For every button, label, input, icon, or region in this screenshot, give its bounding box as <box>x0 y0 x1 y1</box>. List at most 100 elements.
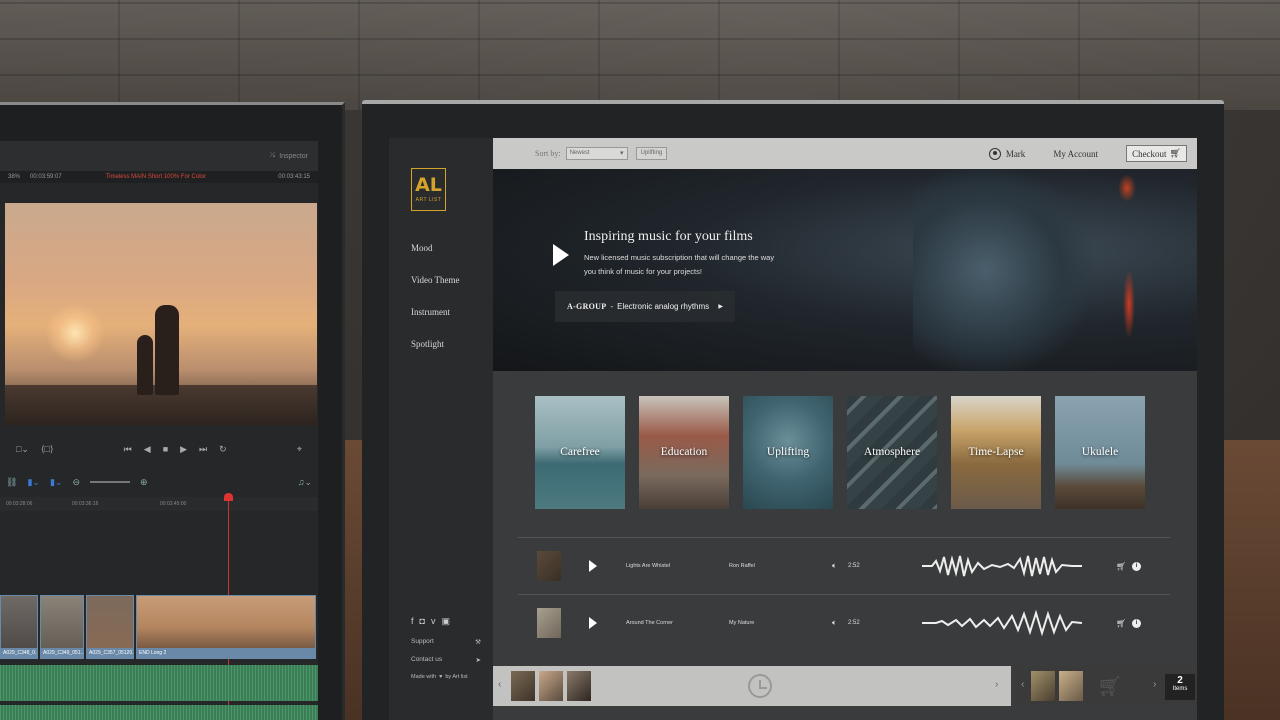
hero-play-icon[interactable] <box>553 244 569 266</box>
account-menu: Mark My Account Checkout 🛒︎ <box>988 145 1187 162</box>
contact-link[interactable]: Contact us ➤ <box>411 656 481 664</box>
category-label: Uplifting <box>766 446 810 458</box>
zoom-slider[interactable] <box>89 481 130 483</box>
track-row[interactable]: Around The Corner My Nature 🔈︎ 2:52 🛒︎ i <box>518 594 1170 651</box>
group-description: Electronic analog rhythms <box>617 302 710 311</box>
user-icon <box>988 147 1001 160</box>
category-education[interactable]: Education <box>639 396 729 509</box>
ruler-tick: 00:03:36:16 <box>72 501 99 507</box>
track-waveform[interactable] <box>922 551 1082 581</box>
category-time-lapse[interactable]: Time-Lapse <box>951 396 1041 509</box>
category-uplifting[interactable]: Uplifting <box>743 396 833 509</box>
support-link[interactable]: Support ⚒ <box>411 638 481 646</box>
checkout-button[interactable]: Checkout 🛒︎ <box>1126 145 1187 162</box>
audio-track-1[interactable] <box>0 665 318 701</box>
skip-forward-icon[interactable]: ⏭ <box>199 444 207 455</box>
transport-controls: □⌄ ⟨□⟩ ⏮ ◀ ■ ▶ ⏭ ↻ ⌖ <box>0 437 318 461</box>
info-icon[interactable]: i <box>1132 618 1141 628</box>
inspector-icon[interactable]: ⤯ <box>270 152 276 160</box>
volume-icon[interactable]: 🔈︎ <box>832 561 837 571</box>
video-editor: ⤯ Inspector 38% 00:03:59:07 Timeless MAI… <box>0 141 318 720</box>
zoom-level[interactable]: 38% <box>8 174 20 180</box>
made-by-label[interactable]: by Art list <box>445 674 467 680</box>
track-artist[interactable]: Ron Raffel <box>729 563 755 569</box>
category-atmosphere[interactable]: Atmosphere <box>847 396 937 509</box>
flag-icon[interactable]: ▮⌄ <box>27 477 40 488</box>
rewind-icon[interactable]: ◀ <box>144 444 151 455</box>
stop-icon[interactable]: ■ <box>163 444 168 455</box>
recent-thumbnail[interactable] <box>567 671 591 701</box>
chevron-right-icon[interactable]: › <box>995 679 998 690</box>
category-label: Atmosphere <box>863 446 921 458</box>
cart-thumbnail[interactable] <box>1031 671 1055 701</box>
add-to-cart-icon[interactable]: 🛒︎ <box>1116 562 1126 571</box>
track-artist[interactable]: My Nature <box>729 620 754 626</box>
my-account-link[interactable]: My Account <box>1053 149 1098 159</box>
category-ukulele[interactable]: Ukulele <box>1055 396 1145 509</box>
artlist-logo[interactable]: AL ART LIST <box>411 168 446 211</box>
nav-item-mood[interactable]: Mood <box>411 243 460 275</box>
timecode-left: 00:03:59:07 <box>30 174 62 180</box>
timeline-ruler[interactable]: 00:03:28:06 00:03:36:16 00:03:45:00 <box>0 497 318 511</box>
send-icon: ➤ <box>475 657 481 664</box>
timeline-clip[interactable]: A029_C348_0... <box>0 595 38 659</box>
video-viewer[interactable] <box>5 203 317 425</box>
track-play-icon[interactable] <box>589 617 597 629</box>
chevron-left-icon[interactable]: ‹ <box>1021 679 1024 690</box>
cart-count-badge[interactable]: 2 Items <box>1165 674 1195 700</box>
track-waveform[interactable] <box>922 608 1082 638</box>
user-menu[interactable]: Mark <box>988 147 1025 160</box>
track-title[interactable]: Lights Are Whistel <box>626 563 670 569</box>
timeline-clip[interactable]: A029_C349_051... <box>40 595 84 659</box>
heart-icon: ♥ <box>439 674 443 680</box>
recent-thumbnail[interactable] <box>539 671 563 701</box>
sort-select[interactable]: Newest <box>565 147 628 160</box>
track-thumbnail <box>537 608 561 638</box>
featured-group-button[interactable]: A-GROUP - Electronic analog rhythms ▶ <box>555 291 735 322</box>
chevron-left-icon[interactable]: ‹ <box>498 679 501 690</box>
vimeo-icon[interactable]: v <box>431 616 436 627</box>
inspector-label[interactable]: Inspector <box>279 153 308 160</box>
category-carefree[interactable]: Carefree <box>535 396 625 509</box>
hero-image <box>913 169 1093 371</box>
category-label: Carefree <box>560 446 600 458</box>
marker-icon[interactable]: ▮⌄ <box>50 477 63 488</box>
in-out-icon[interactable]: ⌖ <box>297 444 302 455</box>
hero-light <box>1118 174 1136 202</box>
loop-icon[interactable]: ↻ <box>219 444 227 455</box>
track-row[interactable]: Lights Are Whistel Ron Raffel 🔈︎ 2:52 🛒︎… <box>518 537 1170 594</box>
zoom-minus-icon[interactable]: ⊖ <box>72 477 80 488</box>
nav-item-instrument[interactable]: Instrument <box>411 307 460 339</box>
info-icon[interactable]: i <box>1132 561 1141 571</box>
link-icon[interactable]: ⛓ <box>6 477 17 488</box>
cart-count: 2 <box>1177 675 1183 686</box>
track-duration: 2:52 <box>848 563 860 569</box>
nav-item-spotlight[interactable]: Spotlight <box>411 339 460 371</box>
recent-thumbnail[interactable] <box>511 671 535 701</box>
filter-chip[interactable]: Uplifting <box>635 147 668 160</box>
instagram-icon[interactable]: ◘ <box>420 616 425 627</box>
history-icon[interactable] <box>748 674 772 698</box>
category-label: Education <box>660 446 708 458</box>
add-to-cart-icon[interactable]: 🛒︎ <box>1116 619 1126 628</box>
skip-back-icon[interactable]: ⏮ <box>124 444 132 455</box>
volume-icon[interactable]: 🔈︎ <box>832 618 837 628</box>
match-frame-icon[interactable]: ⟨□⟩ <box>41 444 53 455</box>
chevron-right-icon[interactable]: › <box>1153 679 1156 690</box>
track-play-icon[interactable] <box>589 560 597 572</box>
track-title[interactable]: Around The Corner <box>626 620 673 626</box>
timeline-clip[interactable]: END Long 2 <box>136 595 316 659</box>
viewer-options-icon[interactable]: □⌄ <box>16 444 29 455</box>
cart-icon: 🛒︎ <box>1169 148 1181 158</box>
clip-title[interactable]: Timeless MAIN Short 100% For Color <box>106 174 206 180</box>
audio-icon[interactable]: ♫⌄ <box>298 477 312 488</box>
facebook-icon[interactable]: f <box>411 616 414 627</box>
audio-track-2[interactable] <box>0 705 318 720</box>
cart-thumbnail[interactable] <box>1059 671 1083 701</box>
timeline-clip[interactable]: A029_C357_05120... <box>86 595 134 659</box>
zoom-plus-icon[interactable]: ⊕ <box>140 477 148 488</box>
group-separator: - <box>610 302 614 311</box>
play-icon[interactable]: ▶ <box>180 444 187 455</box>
nav-item-video-theme[interactable]: Video Theme <box>411 275 460 307</box>
youtube-icon[interactable]: ▣ <box>441 616 450 627</box>
